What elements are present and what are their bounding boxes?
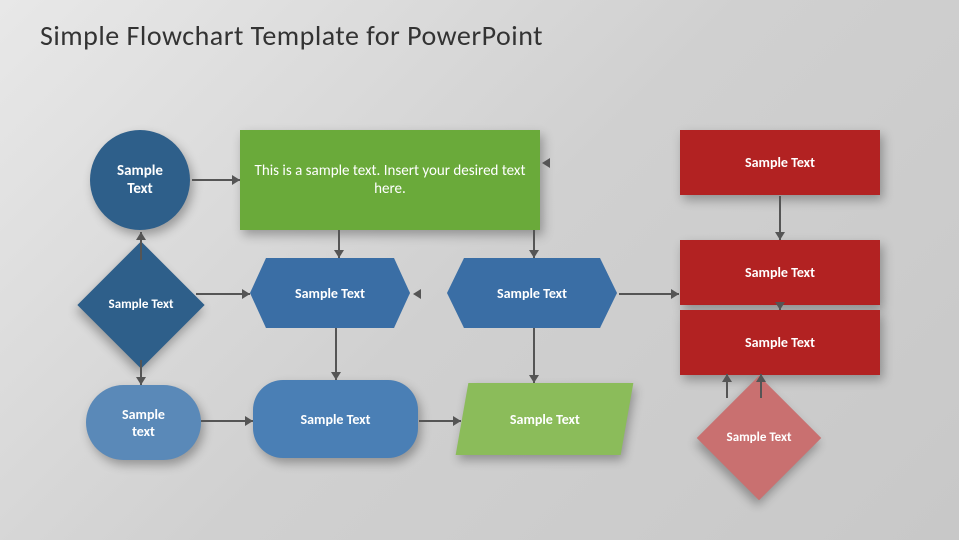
parallelogram-green-label: Sample Text	[510, 411, 580, 428]
arrow-oval-rounded	[201, 420, 253, 422]
hex-blue-1-shape: Sample Text	[250, 258, 410, 328]
red-rect-3-label: Sample Text	[745, 334, 815, 351]
arrow-pink-diamond-up-left	[726, 374, 728, 398]
oval-blue-label: Sample text	[122, 406, 165, 440]
red-rect-1-label: Sample Text	[745, 154, 815, 171]
arrow-hex1-rounded	[335, 328, 337, 380]
arrow-rounded-para	[419, 420, 461, 422]
arrow-red2-red3	[779, 305, 781, 310]
circle-label: Sample Text	[117, 162, 163, 198]
pink-diamond-wrap: Sample Text	[706, 385, 811, 490]
red-rect-2-shape: Sample Text	[680, 240, 880, 305]
circle-shape: Sample Text	[90, 130, 190, 230]
red-rect-1-shape: Sample Text	[680, 130, 880, 195]
arrow-diamond-up	[140, 232, 142, 260]
arrow-hex2-para	[533, 328, 535, 383]
pink-diamond-label: Sample Text	[726, 429, 791, 446]
green-rect-shape: This is a sample text. Insert your desir…	[240, 130, 540, 230]
red-rect-2-label: Sample Text	[745, 264, 815, 281]
arrow-diamond-hex1	[196, 293, 250, 295]
arrow-pink-diamond-up-right	[760, 374, 762, 398]
parallelogram-green-shape: Sample Text	[456, 383, 634, 455]
blue-diamond-wrap: Sample Text	[86, 250, 196, 360]
arrow-red1-red2	[779, 196, 781, 240]
rounded-blue-label: Sample Text	[301, 411, 371, 428]
hex-blue-2-shape: Sample Text	[447, 258, 617, 328]
arrow-hex2-right	[619, 293, 679, 295]
hex-blue-1-label: Sample Text	[295, 285, 365, 302]
green-rect-label: This is a sample text. Insert your desir…	[250, 162, 530, 198]
pink-diamond-shape: Sample Text	[696, 375, 820, 499]
red-rect-3-shape: Sample Text	[680, 310, 880, 375]
arrow-circle-to-green	[192, 179, 240, 181]
blue-diamond-shape: Sample Text	[77, 241, 204, 368]
blue-diamond-label: Sample Text	[109, 297, 174, 314]
arrow-green-down-2	[533, 230, 535, 258]
arrow-diamond-oval	[140, 360, 142, 385]
oval-blue-shape: Sample text	[86, 385, 201, 460]
page-title: Simple Flowchart Template for PowerPoint	[40, 18, 543, 53]
rounded-blue-shape: Sample Text	[253, 380, 418, 458]
hex-blue-2-label: Sample Text	[497, 285, 567, 302]
arrow-green-down	[338, 230, 340, 258]
